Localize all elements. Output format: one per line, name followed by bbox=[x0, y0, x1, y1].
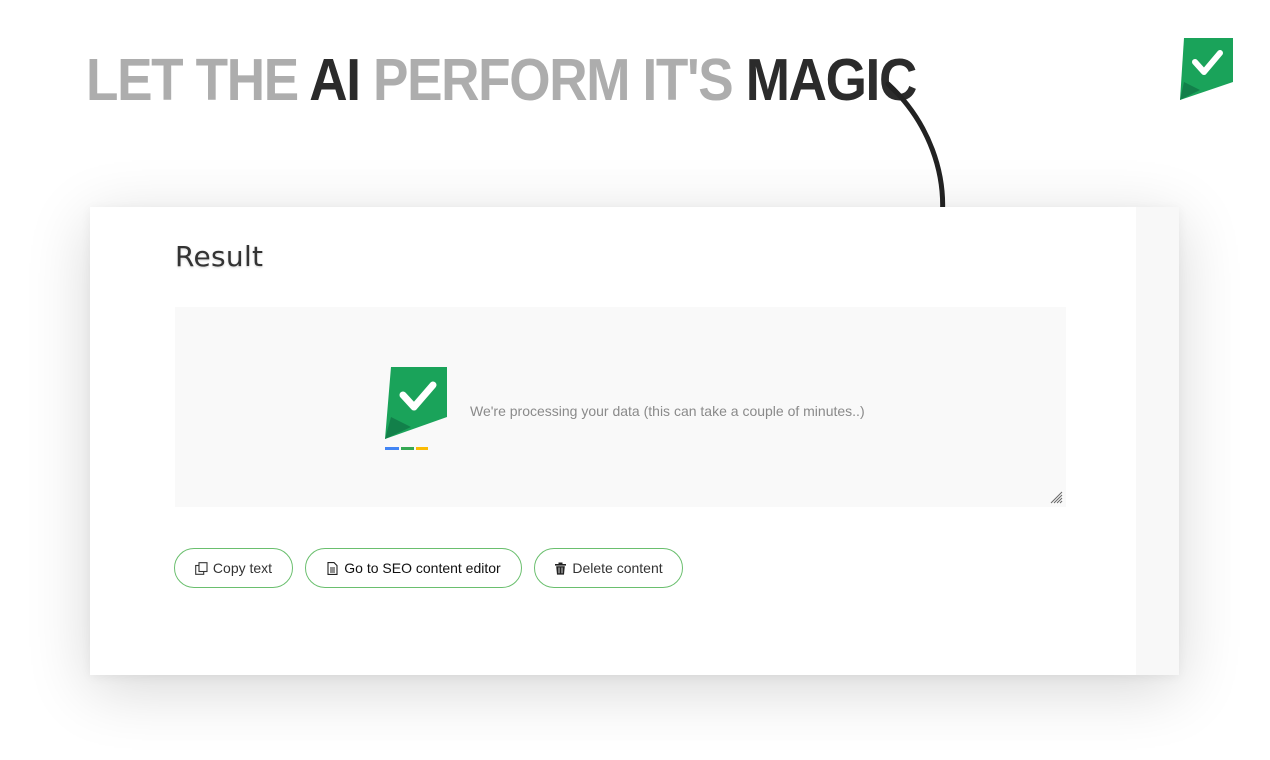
page: LET THE AI PERFORM IT'S MAGIC Result We'… bbox=[0, 0, 1270, 760]
headline-part-1: LET THE bbox=[86, 47, 310, 113]
document-icon bbox=[327, 561, 338, 575]
seo-editor-button[interactable]: Go to SEO content editor bbox=[305, 548, 522, 588]
seo-editor-label: Go to SEO content editor bbox=[344, 560, 501, 576]
result-card: Result We're processing your data (this … bbox=[90, 207, 1179, 675]
loading-indicator bbox=[385, 447, 428, 450]
headline-part-3: PERFORM IT'S bbox=[359, 47, 746, 113]
headline: LET THE AI PERFORM IT'S MAGIC bbox=[86, 44, 917, 116]
check-flag-logo-icon bbox=[1180, 38, 1233, 100]
card-side-panel bbox=[1136, 207, 1179, 675]
copy-icon bbox=[195, 561, 208, 575]
processing-message: We're processing your data (this can tak… bbox=[470, 403, 865, 419]
delete-content-label: Delete content bbox=[572, 560, 663, 576]
headline-part-2: AI bbox=[309, 47, 361, 113]
check-flag-logo-icon bbox=[385, 367, 447, 439]
copy-text-button[interactable]: Copy text bbox=[174, 548, 293, 588]
result-textarea[interactable]: We're processing your data (this can tak… bbox=[175, 307, 1066, 507]
copy-text-label: Copy text bbox=[212, 560, 273, 576]
trash-icon bbox=[555, 562, 567, 575]
delete-content-button[interactable]: Delete content bbox=[534, 548, 683, 588]
resize-handle-icon[interactable] bbox=[1050, 491, 1063, 504]
result-title: Result bbox=[175, 240, 264, 273]
